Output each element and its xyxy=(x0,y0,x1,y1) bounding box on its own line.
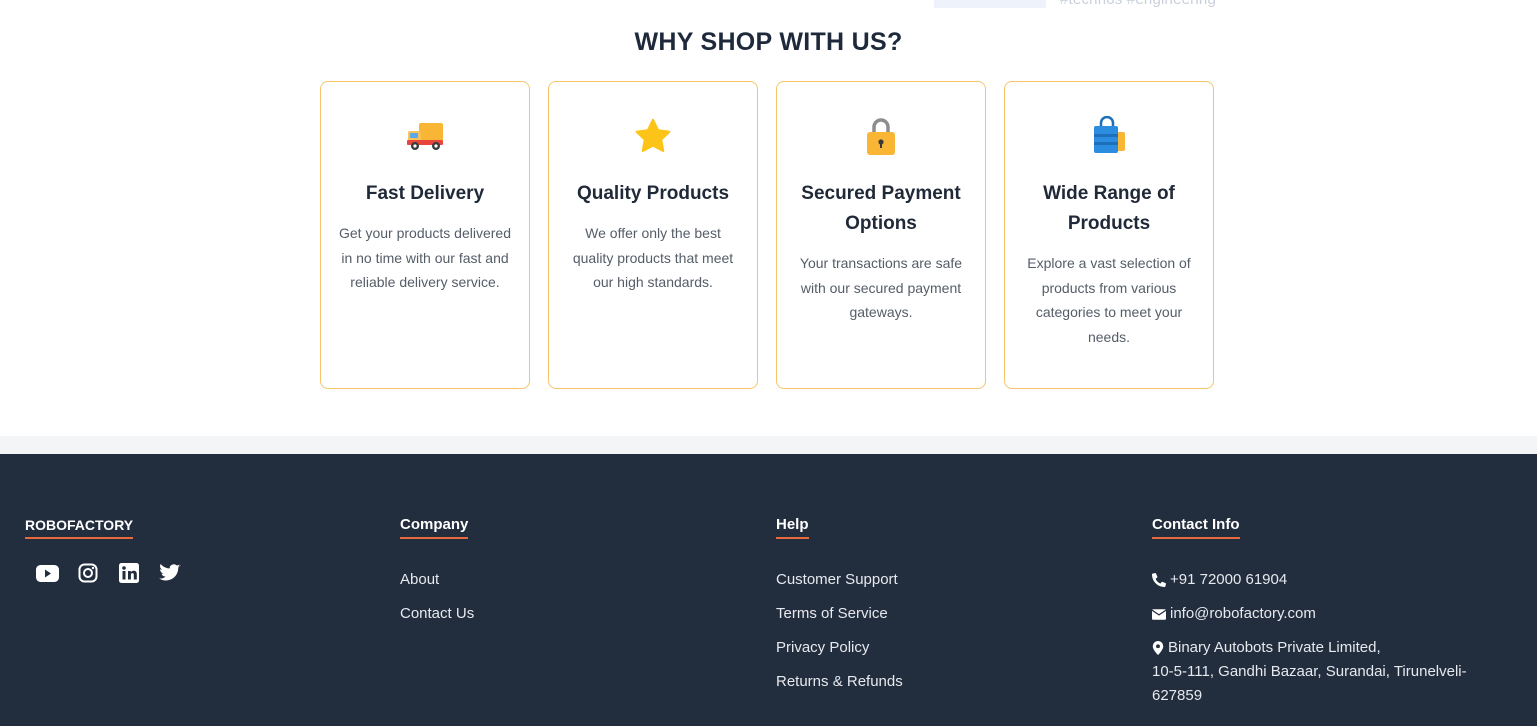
phone-number: +91 72000 61904 xyxy=(1170,571,1288,588)
company-heading: Company xyxy=(400,516,469,539)
footer-brand: ROBOFACTORY xyxy=(25,516,134,539)
section-title: WHY SHOP WITH US? xyxy=(634,28,903,56)
footer-link-terms-of-service[interactable]: Terms of Service xyxy=(776,597,903,631)
card-text: Your transactions are safe with our secu… xyxy=(799,255,963,320)
feature-card-fast-delivery: Fast Delivery Get your products delivere… xyxy=(320,81,530,389)
lock-icon xyxy=(861,116,901,156)
shopping-bags-icon xyxy=(1089,116,1129,156)
footer-link-returns-refunds[interactable]: Returns & Refunds xyxy=(776,665,903,699)
address-line-2: 10-5-111, Gandhi Bazaar, Surandai, Tirun… xyxy=(1152,663,1467,704)
card-text: We offer only the best quality products … xyxy=(572,225,734,290)
footer-help-column: Help Customer Support Terms of Service P… xyxy=(776,516,903,699)
contact-address: Binary Autobots Private Limited, 10-5-11… xyxy=(1152,636,1492,708)
footer-contact-column: Contact Info +91 72000 61904 info@robofa… xyxy=(1152,516,1492,708)
section-divider xyxy=(0,436,1537,454)
email-address: info@robofactory.com xyxy=(1170,605,1316,622)
contact-email[interactable]: info@robofactory.com xyxy=(1152,597,1492,631)
top-fragment-text: #technos #engineering xyxy=(1060,0,1216,8)
card-title: Wide Range of Products xyxy=(1043,183,1175,234)
star-icon xyxy=(633,116,673,156)
card-text: Get your products delivered in no time w… xyxy=(339,225,511,290)
instagram-icon[interactable] xyxy=(76,561,100,585)
social-links xyxy=(25,561,182,585)
delivery-truck-icon xyxy=(405,116,445,156)
help-heading: Help xyxy=(776,516,809,539)
card-title: Quality Products xyxy=(576,183,730,204)
feature-card-quality-products: Quality Products We offer only the best … xyxy=(548,81,758,389)
linkedin-icon[interactable] xyxy=(117,561,141,585)
feature-card-secured-payment: Secured Payment Options Your transaction… xyxy=(776,81,986,389)
feature-card-wide-range: Wide Range of Products Explore a vast se… xyxy=(1004,81,1214,389)
youtube-icon[interactable] xyxy=(35,561,59,585)
footer-brand-column: ROBOFACTORY xyxy=(25,516,182,585)
footer-link-about[interactable]: About xyxy=(400,563,474,597)
footer-link-privacy-policy[interactable]: Privacy Policy xyxy=(776,631,903,665)
address-line-1: Binary Autobots Private Limited, xyxy=(1168,639,1381,656)
footer-link-customer-support[interactable]: Customer Support xyxy=(776,563,903,597)
twitter-icon[interactable] xyxy=(158,561,182,585)
contact-heading: Contact Info xyxy=(1152,516,1240,539)
map-marker-icon xyxy=(1152,641,1164,655)
footer-company-column: Company About Contact Us xyxy=(400,516,474,631)
phone-icon xyxy=(1152,573,1166,587)
card-title: Fast Delivery xyxy=(365,183,485,204)
help-links: Customer Support Terms of Service Privac… xyxy=(776,563,903,699)
envelope-icon xyxy=(1152,608,1166,620)
top-strip xyxy=(934,0,1046,8)
site-footer: ROBOFACTORY Company About Contact Us Hel… xyxy=(0,454,1537,726)
contact-phone[interactable]: +91 72000 61904 xyxy=(1152,563,1492,597)
feature-cards: Fast Delivery Get your products delivere… xyxy=(320,81,1214,389)
footer-link-contact-us[interactable]: Contact Us xyxy=(400,597,474,631)
card-text: Explore a vast selection of products fro… xyxy=(1027,255,1191,345)
contact-info: +91 72000 61904 info@robofactory.com Bin… xyxy=(1152,563,1492,708)
company-links: About Contact Us xyxy=(400,563,474,631)
card-title: Secured Payment Options xyxy=(801,183,961,234)
